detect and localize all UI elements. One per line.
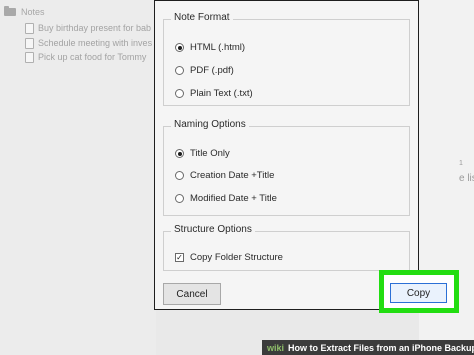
format-option-label: HTML (.html) [190,42,246,53]
note-format-title: Note Format [171,12,233,23]
radio-icon[interactable] [175,171,184,180]
naming-option-label: Title Only [190,148,230,159]
notes-folder-label: Notes [21,7,45,17]
radio-icon[interactable] [175,194,184,203]
format-option-txt[interactable]: Plain Text (.txt) [175,88,253,99]
copy-button-highlight: Copy [379,270,459,313]
note-item-label: Pick up cat food for Tommy [38,52,147,62]
naming-option-label: Modified Date + Title [190,193,277,204]
naming-option-title-only[interactable]: Title Only [175,148,230,159]
radio-icon[interactable] [175,66,184,75]
naming-options-group: Naming Options Title Only Creation Date … [163,119,410,216]
export-dialog: Note Format HTML (.html) PDF (.pdf) Plai… [154,0,419,310]
radio-icon[interactable] [175,89,184,98]
naming-option-label: Creation Date +Title [190,170,275,181]
checkbox-checked-icon[interactable]: ✓ [175,253,184,262]
note-item[interactable]: Buy birthday present for bab [25,21,151,35]
naming-option-modified-date[interactable]: Modified Date + Title [175,193,277,204]
note-item-label: Buy birthday present for bab [38,23,152,33]
note-item[interactable]: Schedule meeting with inves [25,36,152,50]
copy-folder-structure-option[interactable]: ✓ Copy Folder Structure [175,252,283,263]
background-text-fragment: e list [459,173,474,184]
radio-selected-icon[interactable] [175,43,184,52]
note-format-group: Note Format HTML (.html) PDF (.pdf) Plai… [163,12,410,106]
notes-folder[interactable]: Notes [4,5,45,19]
format-option-label: Plain Text (.txt) [190,88,253,99]
structure-options-group: Structure Options ✓ Copy Folder Structur… [163,224,410,271]
checkbox-label: Copy Folder Structure [190,252,283,263]
structure-options-title: Structure Options [171,224,255,235]
note-item[interactable]: Pick up cat food for Tommy [25,50,146,64]
format-option-label: PDF (.pdf) [190,65,234,76]
document-icon [25,37,34,49]
watermark-title: How to Extract Files from an iPhone Back… [288,342,474,353]
copy-button[interactable]: Copy [390,283,447,303]
folder-icon [4,6,16,16]
radio-selected-icon[interactable] [175,149,184,158]
format-option-pdf[interactable]: PDF (.pdf) [175,65,234,76]
naming-option-creation-date[interactable]: Creation Date +Title [175,170,274,181]
cancel-button[interactable]: Cancel [163,283,221,305]
wikihow-logo: wiki [267,342,285,353]
naming-options-title: Naming Options [171,119,249,130]
format-option-html[interactable]: HTML (.html) [175,42,245,53]
document-icon [25,22,34,34]
note-item-label: Schedule meeting with inves [38,38,153,48]
document-icon [25,51,34,63]
background-text-fragment: 1 [459,160,463,167]
watermark-banner: wiki How to Extract Files from an iPhone… [262,340,474,355]
notes-sidebar: Notes Buy birthday present for bab Sched… [0,0,156,355]
